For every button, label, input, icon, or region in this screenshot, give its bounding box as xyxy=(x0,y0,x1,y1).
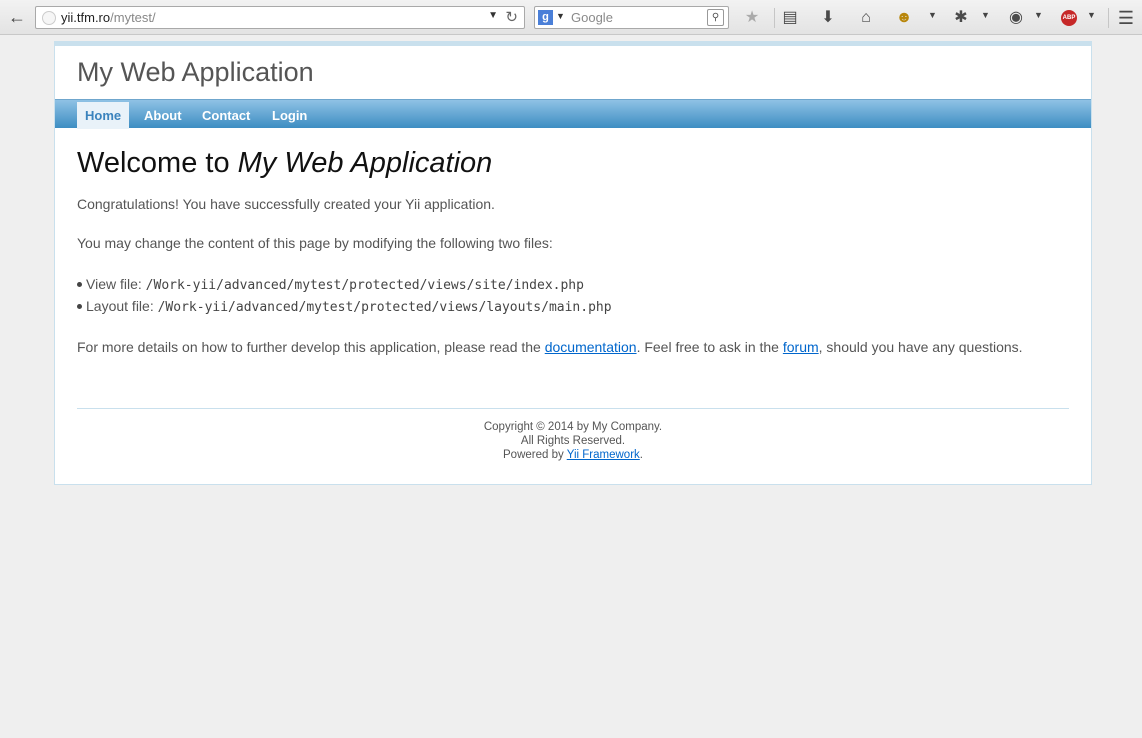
url-text[interactable]: yii.tfm.ro/mytest/ xyxy=(61,10,156,25)
footer-divider xyxy=(77,408,1069,409)
page-title-prefix: Welcome to xyxy=(77,147,238,179)
back-arrow-icon[interactable]: ← xyxy=(6,7,28,27)
browser-toolbar: ← yii.tfm.ro/mytest/ ▼ ↻ g ▼ Google ⚲ ★ … xyxy=(0,0,1142,35)
file-label: Layout file: xyxy=(86,298,158,314)
history-dropdown-icon[interactable]: ▼ xyxy=(488,10,498,21)
bookmarks-list-icon[interactable]: ▤ xyxy=(780,8,800,28)
copyright-text: Copyright © 2014 by My Company. xyxy=(483,421,663,433)
url-bar[interactable]: yii.tfm.ro/mytest/ ▼ ↻ xyxy=(35,6,525,29)
site-logo: My Web Application xyxy=(77,57,314,87)
rights-text: All Rights Reserved. xyxy=(520,435,626,447)
menu-item-about[interactable]: About xyxy=(136,102,190,129)
list-item: Layout file: /Work-yii/advanced/mytest/p… xyxy=(77,295,612,317)
greasemonkey-dropdown-icon[interactable]: ▼ xyxy=(928,10,937,20)
search-go-icon[interactable]: ⚲ xyxy=(707,9,724,26)
search-bar[interactable]: g ▼ Google ⚲ xyxy=(534,6,729,29)
home-icon[interactable]: ⌂ xyxy=(856,8,876,28)
main-menu: Home About Contact Login xyxy=(55,99,1091,129)
menu-item-login[interactable]: Login xyxy=(264,102,315,129)
more-prefix: For more details on how to further devel… xyxy=(77,339,545,355)
bookmark-star-icon[interactable]: ★ xyxy=(742,8,762,28)
file-label: View file: xyxy=(86,276,146,292)
file-path: /Work-yii/advanced/mytest/protected/view… xyxy=(145,278,584,293)
intro-text: You may change the content of this page … xyxy=(77,235,553,251)
list-item: View file: /Work-yii/advanced/mytest/pro… xyxy=(77,273,612,295)
file-list: View file: /Work-yii/advanced/mytest/pro… xyxy=(77,273,612,317)
menu-item-home[interactable]: Home xyxy=(77,102,130,129)
adblock-dropdown-icon[interactable]: ▼ xyxy=(1087,10,1096,20)
more-suffix: , should you have any questions. xyxy=(818,339,1023,355)
url-host: yii.tfm.ro xyxy=(61,10,111,25)
page-title: Welcome to My Web Application xyxy=(77,147,1077,180)
page-title-app-name: My Web Application xyxy=(237,147,493,179)
powered-prefix: Powered by xyxy=(503,449,567,461)
download-icon[interactable]: ⬇ xyxy=(818,8,838,28)
powered-by-text: Powered by Yii Framework. xyxy=(55,448,1091,462)
engine-dropdown-icon[interactable]: ▼ xyxy=(556,11,565,21)
page-container: My Web Application Home About Contact Lo… xyxy=(54,41,1092,485)
congrats-text: Congratulations! You have successfully c… xyxy=(77,196,495,212)
more-mid: . Feel free to ask in the xyxy=(636,339,783,355)
documentation-link[interactable]: documentation xyxy=(545,339,637,355)
site-identity-icon[interactable] xyxy=(42,11,56,25)
firebug-dropdown-icon[interactable]: ▼ xyxy=(981,10,990,20)
reload-icon[interactable]: ↻ xyxy=(505,8,518,26)
addon-dropdown-icon[interactable]: ▼ xyxy=(1034,10,1043,20)
menu-hamburger-icon[interactable]: ☰ xyxy=(1116,8,1136,28)
greasemonkey-icon[interactable]: ☻ xyxy=(894,8,914,28)
menu-item-contact[interactable]: Contact xyxy=(194,102,258,129)
toolbar-separator xyxy=(1108,8,1109,28)
firebug-icon[interactable]: ✱ xyxy=(951,8,971,28)
page-top-border xyxy=(55,42,1091,46)
file-path: /Work-yii/advanced/mytest/protected/view… xyxy=(157,300,612,315)
forum-link[interactable]: forum xyxy=(783,339,819,355)
toolbar-separator xyxy=(774,8,775,28)
powered-suffix: . xyxy=(639,449,643,461)
search-placeholder: Google xyxy=(571,10,613,25)
adblock-plus-icon[interactable]: ABP xyxy=(1061,10,1077,26)
google-engine-icon[interactable]: g xyxy=(538,10,553,25)
main-content: Welcome to My Web Application Congratula… xyxy=(77,147,1077,355)
more-details-text: For more details on how to further devel… xyxy=(77,339,1023,355)
footer: Copyright © 2014 by My Company. All Righ… xyxy=(55,420,1091,462)
addon-globe-icon[interactable]: ◉ xyxy=(1006,8,1026,28)
url-path: /mytest/ xyxy=(110,10,156,25)
yii-framework-link[interactable]: Yii Framework xyxy=(567,449,640,461)
